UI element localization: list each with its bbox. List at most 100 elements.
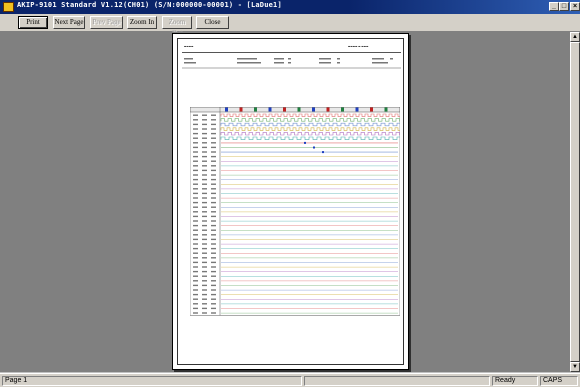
- row-label: [211, 247, 216, 250]
- row-label: [202, 114, 207, 116]
- channel-marker: [355, 107, 359, 112]
- row-label: [211, 303, 216, 305]
- channel-marker: [384, 107, 388, 112]
- row-label: [202, 243, 207, 245]
- row-label: [193, 178, 198, 181]
- signal-waveform: [220, 132, 400, 136]
- row-label: [211, 234, 216, 236]
- row-label: [193, 238, 198, 241]
- row-label: [211, 261, 216, 264]
- channel-marker: [312, 107, 315, 112]
- close-window-button[interactable]: ×: [570, 2, 580, 11]
- row-label: [193, 123, 198, 126]
- row-label: [202, 238, 207, 241]
- prev-page-button[interactable]: Prev Page: [90, 16, 123, 29]
- row-label: [211, 211, 216, 213]
- row-label: [211, 224, 216, 227]
- up-arrow-icon[interactable]: ▲: [570, 32, 580, 42]
- row-label: [202, 293, 207, 296]
- maximize-button[interactable]: □: [559, 2, 569, 11]
- status-progress: [304, 376, 490, 386]
- row-label: [211, 289, 216, 291]
- row-label: [193, 266, 198, 268]
- row-label: [211, 229, 216, 231]
- row-label: [202, 312, 207, 314]
- row-label: [193, 211, 198, 213]
- row-label: [211, 188, 216, 190]
- signal-waveform: [220, 127, 400, 131]
- down-arrow-icon[interactable]: ▼: [570, 362, 580, 372]
- row-label: [202, 229, 207, 231]
- row-label: [202, 151, 207, 153]
- row-label: [193, 201, 198, 204]
- channel-marker: [239, 107, 243, 112]
- row-label: [211, 174, 216, 176]
- row-label: [211, 142, 216, 144]
- next-page-button[interactable]: Next Page: [53, 16, 85, 29]
- row-label: [211, 155, 216, 158]
- row-label: [193, 293, 198, 296]
- toolbar: Print Next Page Prev Page Zoom In Zoom O…: [0, 14, 580, 37]
- zoom-out-button[interactable]: Zoom Out: [162, 16, 192, 37]
- row-label: [193, 128, 198, 130]
- row-label: [202, 261, 207, 264]
- channel-marker: [297, 107, 301, 112]
- row-label: [211, 215, 216, 218]
- row-label: [193, 275, 198, 277]
- row-label: [202, 247, 207, 250]
- row-label: [193, 132, 198, 135]
- row-label: [202, 280, 207, 282]
- channel-marker: [268, 107, 272, 112]
- row-label: [202, 174, 207, 176]
- minimize-button[interactable]: _: [549, 2, 559, 11]
- row-label: [211, 137, 216, 139]
- row-label: [211, 312, 216, 314]
- row-label: [193, 229, 198, 231]
- report-header-left: ▬▬▬▬: [184, 45, 194, 48]
- signal-waveform: [220, 118, 400, 122]
- vertical-scrollbar[interactable]: ▲ ▼: [570, 32, 580, 372]
- status-bar: Page 1 Ready CAPS: [0, 373, 580, 387]
- row-label: [193, 151, 198, 153]
- channel-marker: [341, 107, 344, 112]
- row-label: [193, 119, 198, 121]
- row-label: [211, 243, 216, 245]
- zoom-in-button[interactable]: Zoom In: [127, 16, 157, 29]
- print-button[interactable]: Print: [18, 16, 48, 29]
- channel-marker: [225, 107, 228, 112]
- row-label: [193, 224, 198, 227]
- row-label: [202, 165, 207, 167]
- scroll-thumb[interactable]: [570, 42, 580, 362]
- row-label: [202, 234, 207, 236]
- row-label: [211, 183, 216, 185]
- row-label: [193, 155, 198, 158]
- row-label: [193, 174, 198, 176]
- row-label: [202, 270, 207, 273]
- row-label: [211, 275, 216, 277]
- row-label: [193, 243, 198, 245]
- row-label: [211, 169, 216, 172]
- row-label: [211, 114, 216, 116]
- row-label: [202, 142, 207, 144]
- row-label: [202, 160, 207, 162]
- window-title: AKIP-9101 Standard V1.12(CH01) (S/N:0000…: [17, 1, 282, 9]
- signal-marker: [322, 151, 324, 154]
- row-label: [193, 312, 198, 314]
- row-label: [211, 192, 216, 195]
- close-preview-button[interactable]: Close: [196, 16, 229, 29]
- row-label: [202, 284, 207, 287]
- row-label: [211, 151, 216, 153]
- signal-marker: [304, 141, 306, 144]
- row-label: [211, 284, 216, 287]
- row-label: [202, 137, 207, 139]
- row-label: [202, 307, 207, 310]
- row-label: [193, 183, 198, 185]
- row-label: [193, 298, 198, 300]
- title-bar: AKIP-9101 Standard V1.12(CH01) (S/N:0000…: [0, 0, 580, 14]
- row-label: [202, 188, 207, 190]
- app-icon[interactable]: [3, 2, 14, 12]
- channel-marker: [283, 107, 286, 112]
- timing-diagram: [190, 107, 400, 316]
- diagram-header: [190, 107, 400, 113]
- row-label: [211, 128, 216, 130]
